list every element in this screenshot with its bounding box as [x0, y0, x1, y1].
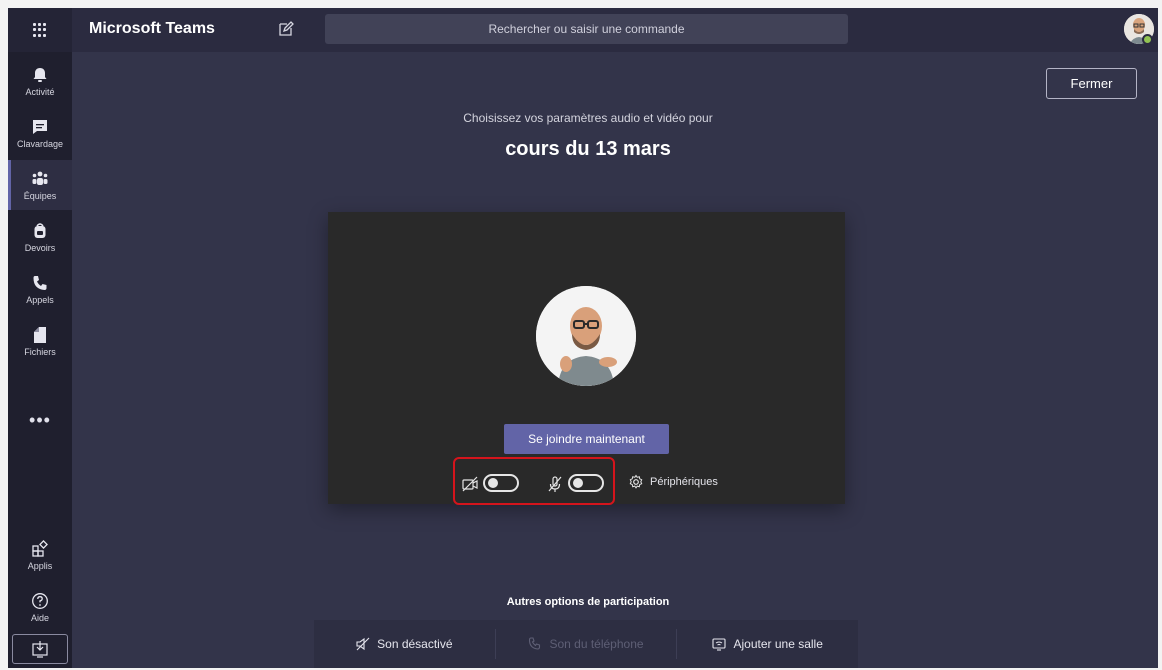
- sidebar-item-label: Applis: [27, 560, 53, 571]
- phone-icon: [33, 275, 47, 290]
- sidebar-item-label: Équipes: [23, 190, 57, 201]
- waffle-icon: [33, 23, 47, 37]
- app-launcher-button[interactable]: [8, 8, 72, 52]
- prejoin-preview-panel: Se joindre maintenant Périphériques: [328, 212, 845, 505]
- room-icon: [712, 638, 727, 651]
- option-label: Ajouter une salle: [733, 637, 823, 651]
- speaker-off-icon: [356, 637, 370, 651]
- toggle-knob: [488, 478, 498, 488]
- sidebar-item-calls[interactable]: Appels: [8, 264, 72, 314]
- bitmoji-avatar-icon: [536, 286, 636, 386]
- chat-icon: [33, 119, 47, 134]
- devices-button[interactable]: Périphériques: [628, 474, 718, 490]
- bell-icon: [33, 67, 47, 82]
- sidebar-item-help[interactable]: Aide: [8, 582, 72, 632]
- top-bar: Microsoft Teams Rechercher ou saisir une…: [8, 8, 1158, 52]
- sidebar-item-label: Clavardage: [16, 138, 64, 149]
- sidebar-item-label: Appels: [26, 294, 54, 305]
- phone-audio-option[interactable]: Son du téléphone: [496, 629, 677, 659]
- download-icon: [32, 641, 48, 658]
- close-button[interactable]: Fermer: [1046, 68, 1137, 99]
- sidebar-item-activity[interactable]: Activité: [8, 56, 72, 106]
- teams-icon: [32, 171, 48, 185]
- prejoin-subtitle: Choisissez vos paramètres audio et vidéo…: [463, 111, 713, 125]
- user-avatar-large: [536, 286, 636, 386]
- compose-icon[interactable]: [277, 20, 295, 38]
- audio-toggle[interactable]: [568, 474, 604, 492]
- microphone-off-icon: [548, 476, 562, 492]
- sidebar-item-apps[interactable]: Applis: [8, 530, 72, 580]
- other-options-title: Autres options de participation: [506, 596, 670, 608]
- camera-off-icon: [462, 476, 478, 492]
- add-room-option[interactable]: Ajouter une salle: [677, 629, 858, 659]
- search-placeholder: Rechercher ou saisir une commande: [488, 22, 685, 36]
- apps-icon: [32, 539, 48, 557]
- app-title: Microsoft Teams: [89, 20, 215, 37]
- app-bar: Activité Clavardage Équipes Devoirs Appe…: [8, 52, 72, 668]
- help-icon: [32, 592, 48, 609]
- toggle-knob: [573, 478, 583, 488]
- sidebar-item-chat[interactable]: Clavardage: [8, 108, 72, 158]
- file-icon: [34, 326, 46, 343]
- more-apps-button[interactable]: •••: [8, 410, 72, 431]
- presence-badge: [1142, 34, 1153, 45]
- video-toggle[interactable]: [483, 474, 519, 492]
- devices-label: Périphériques: [650, 476, 718, 488]
- meeting-title: cours du 13 mars: [505, 138, 671, 160]
- sidebar-item-label: Fichiers: [24, 346, 56, 357]
- phone-icon: [529, 637, 541, 650]
- audio-off-option[interactable]: Son désactivé: [314, 629, 495, 659]
- option-label: Son du téléphone: [549, 637, 644, 651]
- sidebar-item-label: Activité: [25, 86, 55, 97]
- teams-window: Microsoft Teams Rechercher ou saisir une…: [8, 8, 1158, 668]
- gear-icon: [629, 474, 643, 489]
- backpack-icon: [34, 222, 46, 238]
- sidebar-item-label: Aide: [30, 612, 49, 623]
- sidebar-item-assignments[interactable]: Devoirs: [8, 212, 72, 262]
- sidebar-item-files[interactable]: Fichiers: [8, 316, 72, 366]
- search-input[interactable]: Rechercher ou saisir une commande: [325, 14, 848, 44]
- join-now-button[interactable]: Se joindre maintenant: [504, 424, 669, 454]
- download-app-button[interactable]: [12, 634, 68, 664]
- option-label: Son désactivé: [377, 637, 453, 651]
- sidebar-item-teams[interactable]: Équipes: [8, 160, 72, 210]
- join-options-bar: Son désactivé Son du téléphone Ajouter u…: [314, 620, 858, 668]
- sidebar-item-label: Devoirs: [24, 242, 56, 253]
